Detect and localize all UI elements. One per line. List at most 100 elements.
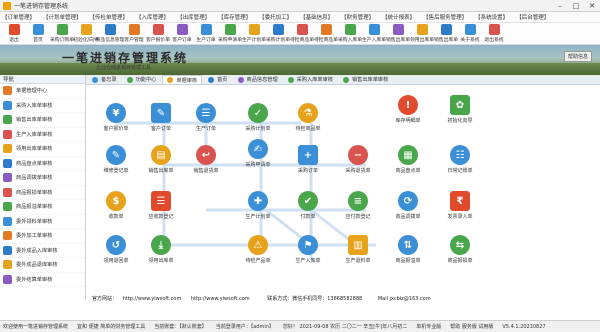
toolbar-button[interactable]: 生产订单 bbox=[194, 23, 218, 45]
flow-node[interactable]: ₹ 发票录入单 bbox=[438, 191, 482, 220]
flow-node[interactable]: ⟳ 商品调拨单 bbox=[386, 191, 430, 220]
flow-node[interactable]: ▤ 销售出库单 bbox=[139, 145, 183, 174]
toolbar-button[interactable]: 客户报价单 bbox=[146, 23, 170, 45]
tab[interactable]: 采购入库单审核 bbox=[284, 75, 337, 84]
sidebar-item[interactable]: 商品调拨单审核 bbox=[0, 171, 85, 186]
flow-node[interactable]: ! 库存明细单 bbox=[386, 95, 430, 124]
close-button[interactable]: ✕ bbox=[584, 0, 600, 12]
menu-item[interactable]: 【基础信息】 bbox=[300, 13, 333, 21]
tab-label: 单据审核 bbox=[176, 77, 198, 84]
menu-item[interactable]: 【计划单管理】 bbox=[43, 13, 82, 21]
help-button[interactable]: 帮助信息 bbox=[563, 51, 592, 62]
toolbar-button[interactable]: 生产计划单 bbox=[242, 23, 266, 45]
toolbar-button-label: 采购计划单 bbox=[266, 38, 290, 43]
sidebar-item[interactable]: 委外成品入库审核 bbox=[0, 244, 85, 258]
sidebar-item[interactable]: 采购入库单审核 bbox=[0, 99, 85, 113]
flow-node[interactable]: ↺ 领用退回单 bbox=[94, 235, 138, 264]
tab[interactable]: 单据审核 bbox=[162, 75, 203, 84]
flow-node[interactable]: ≡ 应付款登记 bbox=[336, 191, 380, 220]
cust-order-icon bbox=[176, 24, 188, 35]
flow-node[interactable]: ☰ 生产订单 bbox=[184, 103, 228, 132]
flow-node[interactable]: $ 收款单 bbox=[94, 191, 138, 220]
flow-node[interactable]: ✚ 生产计划单 bbox=[236, 191, 280, 220]
toolbar-button-label: 生产计划单 bbox=[242, 38, 266, 43]
flow-node[interactable]: ✎ 客户订单 bbox=[139, 103, 183, 132]
toolbar-button[interactable]: 采购入库单 bbox=[338, 23, 362, 45]
sidebar-item[interactable]: 商品报损单审核 bbox=[0, 186, 85, 200]
site-link[interactable]: http://www.yiwsoft.com bbox=[123, 296, 182, 302]
flow-node[interactable]: ✔ 付款单 bbox=[286, 191, 330, 220]
toolbar-button[interactable]: 退出 bbox=[2, 23, 26, 45]
tab[interactable]: 首页 bbox=[204, 75, 231, 84]
sidebar-item-label: 商品报溢单审核 bbox=[16, 204, 53, 211]
sidebar-item[interactable]: 委外成品退库审核 bbox=[0, 258, 85, 273]
toolbar-button[interactable]: 关于系统 bbox=[458, 23, 482, 45]
toolbar-button[interactable]: 采购计划单 bbox=[266, 23, 290, 45]
toolbar-button[interactable]: 待检商品单 bbox=[290, 23, 314, 45]
menu-item[interactable]: 【出库管理】 bbox=[177, 13, 210, 21]
flow-node[interactable]: ✎ 维修登记单 bbox=[94, 145, 138, 174]
toolbar-button[interactable]: 采购订购单 bbox=[50, 23, 74, 45]
flow-node[interactable]: ⤓ 领用出库单 bbox=[139, 235, 183, 264]
flow-node[interactable]: ⚠ 待检产品单 bbox=[236, 235, 280, 264]
toolbar-button[interactable]: 首页 bbox=[26, 23, 50, 45]
toolbar-button[interactable]: 销售出库单 bbox=[386, 23, 410, 45]
toolbar-button[interactable]: 销售出库单 bbox=[434, 23, 458, 45]
toolbar-button[interactable]: 领用出库单 bbox=[410, 23, 434, 45]
sidebar-item[interactable]: 商品盘点单审核 bbox=[0, 157, 85, 171]
tab[interactable]: 功能中心 bbox=[123, 75, 161, 84]
menu-item[interactable]: 【传检单管理】 bbox=[90, 13, 129, 21]
mail-info[interactable]: Mail jxcbiz@163.com bbox=[378, 296, 431, 302]
flow-node[interactable]: ⚑ 生产入库单 bbox=[286, 235, 330, 264]
minimize-button[interactable]: – bbox=[552, 0, 568, 12]
menu-item[interactable]: 【库存管理】 bbox=[218, 13, 251, 21]
menu-item[interactable]: 【委托加工】 bbox=[259, 13, 292, 21]
flow-node[interactable]: ☷ 日常记账单 bbox=[438, 145, 482, 174]
menu-item[interactable]: 【订单管理】 bbox=[2, 13, 35, 21]
flow-node[interactable]: − 采购退货单 bbox=[336, 145, 380, 174]
sidebar-item[interactable]: 生产入库单审核 bbox=[0, 128, 85, 142]
tab[interactable]: 销售出库单审核 bbox=[339, 75, 392, 84]
tab[interactable]: 备忘录 bbox=[88, 75, 121, 84]
menu-item[interactable]: 【财务管理】 bbox=[341, 13, 374, 21]
flow-node[interactable]: ↩ 销售退货单 bbox=[184, 145, 228, 174]
sidebar-item[interactable]: 单据管理中心 bbox=[0, 84, 85, 99]
flow-node-label: 生产订单 bbox=[195, 126, 216, 132]
flow-node[interactable]: ¥ 客户报价单 bbox=[94, 103, 138, 132]
toolbar-button[interactable]: 商品信息管理 bbox=[96, 23, 124, 45]
tab[interactable]: 商品信息管理 bbox=[234, 75, 282, 84]
flow-node[interactable]: ✍ 采购申请单 bbox=[236, 139, 280, 168]
flow-node[interactable]: ☰ 应收款登记 bbox=[139, 191, 183, 220]
flow-node-label: 收款单 bbox=[108, 214, 124, 220]
sidebar-item[interactable]: 商品报溢单审核 bbox=[0, 200, 85, 215]
menu-item[interactable]: 【售后服务管理】 bbox=[423, 13, 467, 21]
toolbar-button[interactable]: 客户管理 bbox=[122, 23, 146, 45]
sidebar-item[interactable]: 委外加工单审核 bbox=[0, 229, 85, 244]
flow-node[interactable]: ✓ 采购计划单 bbox=[236, 103, 280, 132]
toolbar-button[interactable]: 初验化/向导 bbox=[73, 23, 99, 45]
site-link-2[interactable]: http://www.yiwsoft.com bbox=[191, 296, 250, 302]
sidebar-item[interactable]: 委外结算单审核 bbox=[0, 273, 85, 287]
prod-order-icon bbox=[200, 24, 212, 35]
flow-node[interactable]: ▥ 生产退料单 bbox=[336, 235, 380, 264]
flow-node[interactable]: ⇅ 商品报溢单 bbox=[386, 235, 430, 264]
flow-node[interactable]: ▦ 商品盘点单 bbox=[386, 145, 430, 174]
toolbar-button[interactable]: 生产入库单 bbox=[362, 23, 386, 45]
flow-node[interactable]: ⚗ 待检商品单 bbox=[286, 103, 330, 132]
toolbar-button[interactable]: 客户订单 bbox=[170, 23, 194, 45]
sidebar-item[interactable]: 销售出库单审核 bbox=[0, 113, 85, 128]
flow-node[interactable]: + 采购订单 bbox=[286, 145, 330, 174]
menu-item[interactable]: 【统计报表】 bbox=[382, 13, 415, 21]
flow-node[interactable]: ✿ 初始化向导 bbox=[438, 95, 482, 124]
toolbar-button-label: 领用出库单 bbox=[410, 38, 434, 43]
flow-node[interactable]: ⇆ 商品报损单 bbox=[438, 235, 482, 264]
toolbar-button[interactable]: 退出系统 bbox=[482, 23, 506, 45]
maximize-button[interactable]: □ bbox=[568, 0, 584, 12]
toolbar-button[interactable]: 采购申请单 bbox=[218, 23, 242, 45]
sidebar-item[interactable]: 领用出库单审核 bbox=[0, 142, 85, 157]
toolbar-button[interactable]: 待检商品单 bbox=[314, 23, 338, 45]
menu-item[interactable]: 【后台管理】 bbox=[516, 13, 549, 21]
menu-item[interactable]: 【系统设置】 bbox=[475, 13, 508, 21]
menu-item[interactable]: 【入库管理】 bbox=[136, 13, 169, 21]
sidebar-item[interactable]: 委外领料单审核 bbox=[0, 215, 85, 229]
